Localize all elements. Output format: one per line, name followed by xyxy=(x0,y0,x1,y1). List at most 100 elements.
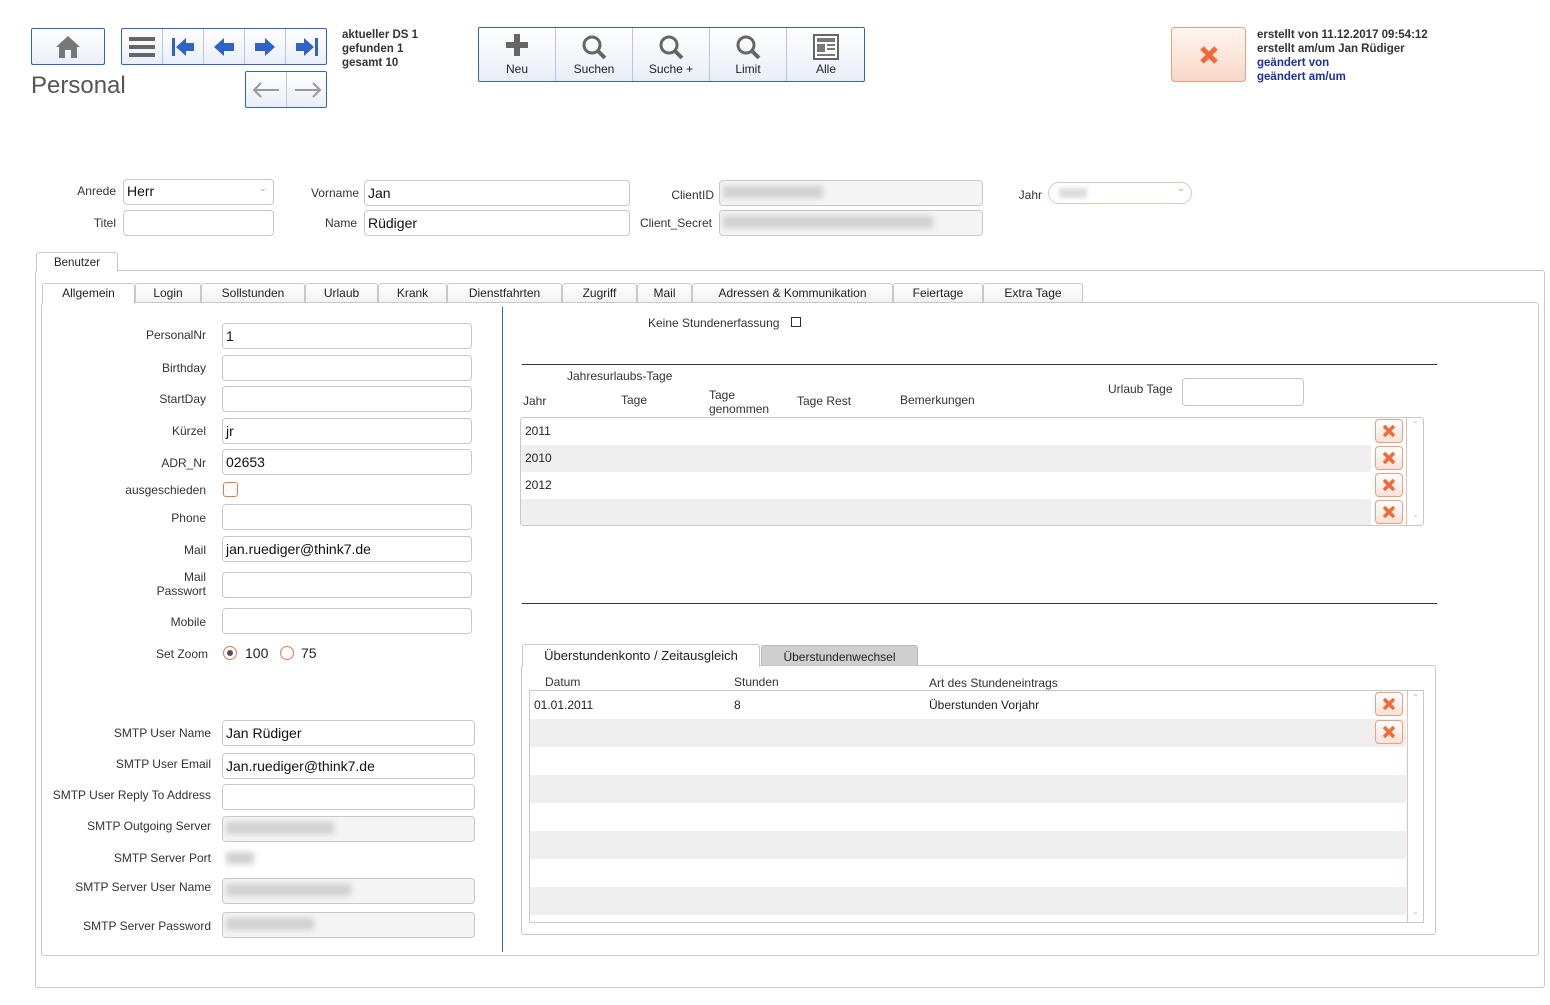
ausgeschieden-checkbox[interactable] xyxy=(223,482,238,497)
new-button[interactable]: Neu xyxy=(479,28,556,81)
tab-feiertage[interactable]: Feiertage xyxy=(893,283,983,303)
vorname-label: Vorname xyxy=(310,186,359,200)
all-records-icon xyxy=(813,33,839,60)
delete-row-button[interactable] xyxy=(1375,720,1403,744)
urlaub-portal: 2011 2010 2012 ⌃ ⌄ xyxy=(520,417,1424,526)
smtp-outgoing-field[interactable] xyxy=(222,816,475,842)
phone-field[interactable] xyxy=(222,504,472,530)
zoom-75-radio[interactable] xyxy=(280,646,294,660)
vorname-field[interactable]: Jan xyxy=(364,180,630,206)
list-item[interactable]: 2011 xyxy=(521,418,1371,445)
tab-extra-tage[interactable]: Extra Tage xyxy=(983,283,1083,303)
urlaub-tage-label: Urlaub Tage xyxy=(1108,382,1173,396)
jahr-select[interactable]: ⌄ xyxy=(1048,182,1192,204)
zoom-100-radio[interactable] xyxy=(223,646,237,660)
scroll-down-icon[interactable]: ⌄ xyxy=(1412,907,1419,916)
table-row[interactable] xyxy=(530,859,1406,887)
radio-selected-dot xyxy=(227,650,233,656)
clientid-field[interactable] xyxy=(719,180,983,206)
personalnr-field[interactable]: 1 xyxy=(222,323,472,349)
delete-record-button[interactable] xyxy=(1171,27,1246,82)
last-record-button[interactable] xyxy=(286,29,327,64)
total-count-text: gesamt 10 xyxy=(342,57,399,69)
list-view-button[interactable] xyxy=(122,29,163,64)
delete-row-button[interactable] xyxy=(1375,500,1403,524)
adr-nr-field[interactable]: 02653 xyxy=(222,449,472,475)
name-field[interactable]: Rüdiger xyxy=(364,210,630,236)
scroll-up-icon[interactable]: ⌃ xyxy=(1412,420,1419,429)
tab-zugriff[interactable]: Zugriff xyxy=(562,283,637,303)
table-row[interactable] xyxy=(530,803,1406,831)
kuerzel-field[interactable]: jr xyxy=(222,418,472,444)
home-button[interactable] xyxy=(31,28,105,65)
tab-dienstfahrten[interactable]: Dienstfahrten xyxy=(447,283,562,303)
arrow-right-icon xyxy=(255,37,275,56)
search-icon xyxy=(582,35,607,59)
history-forward-button[interactable] xyxy=(287,72,328,107)
client-secret-field[interactable] xyxy=(719,210,983,236)
table-row[interactable] xyxy=(530,831,1406,859)
smtp-outgoing-label: SMTP Outgoing Server xyxy=(87,819,211,833)
table-row[interactable] xyxy=(530,719,1406,747)
smtp-server-password-field[interactable] xyxy=(222,912,475,938)
table-row[interactable]: 01.01.2011 8 Überstunden Vorjahr xyxy=(530,691,1406,719)
current-record-text: aktueller DS 1 xyxy=(342,29,419,41)
smtp-user-name-field[interactable]: Jan Rüdiger xyxy=(222,720,475,746)
list-item[interactable]: 2010 xyxy=(521,445,1371,472)
table-row[interactable] xyxy=(530,775,1406,803)
smtp-user-email-field[interactable]: Jan.ruediger@think7.de xyxy=(222,753,475,779)
tab-urlaub[interactable]: Urlaub xyxy=(305,283,378,303)
tab-krank[interactable]: Krank xyxy=(378,283,447,303)
scroll-up-icon[interactable]: ⌃ xyxy=(1412,693,1419,702)
arrow-left-icon xyxy=(214,37,234,56)
benutzer-tab[interactable]: Benutzer xyxy=(36,252,118,272)
smtp-reply-field[interactable] xyxy=(222,784,475,810)
urlaub-tage-field[interactable] xyxy=(1182,378,1304,406)
previous-record-button[interactable] xyxy=(204,29,245,64)
col-bemerkungen: Bemerkungen xyxy=(900,393,975,407)
first-record-icon xyxy=(172,37,194,56)
menu-icon xyxy=(129,36,155,57)
keine-stundenerfassung-checkbox[interactable] xyxy=(791,317,801,327)
smtp-server-user-field[interactable] xyxy=(222,878,475,904)
smtp-port-field[interactable] xyxy=(222,846,475,872)
jahresurlaub-label: Jahresurlaubs-Tage xyxy=(567,369,673,383)
record-nav-bar xyxy=(121,28,327,65)
tab-adressen[interactable]: Adressen & Kommunikation xyxy=(692,283,893,303)
tab-login[interactable]: Login xyxy=(135,283,201,303)
history-back-button[interactable] xyxy=(246,72,287,107)
subtab-ueberstundenwechsel[interactable]: Überstundenwechsel xyxy=(761,645,918,666)
anrede-value: Herr xyxy=(127,183,155,199)
delete-row-button[interactable] xyxy=(1375,473,1403,497)
titel-field[interactable] xyxy=(123,210,274,236)
phone-label: Phone xyxy=(171,511,206,525)
all-button[interactable]: Alle xyxy=(787,28,865,81)
table-row[interactable] xyxy=(530,747,1406,775)
record-info: aktueller DS 1 gefunden 1 gesamt 10 xyxy=(342,28,418,70)
delete-row-button[interactable] xyxy=(1375,692,1403,716)
mail-field[interactable]: jan.ruediger@think7.de xyxy=(222,536,472,562)
limit-button[interactable]: Limit xyxy=(710,28,787,81)
tab-allgemein[interactable]: Allgemein xyxy=(42,283,135,304)
tab-sollstunden[interactable]: Sollstunden xyxy=(201,283,305,303)
delete-row-button[interactable] xyxy=(1375,419,1403,443)
scroll-down-icon[interactable]: ⌄ xyxy=(1412,510,1419,519)
list-item[interactable] xyxy=(521,499,1371,525)
startday-field[interactable] xyxy=(222,386,472,412)
anrede-select[interactable]: Herr ⌄ xyxy=(123,179,274,205)
first-record-button[interactable] xyxy=(163,29,204,64)
col-tage-genommen: Tage genommen xyxy=(709,388,770,416)
list-item[interactable]: 2012 xyxy=(521,472,1371,499)
search-button[interactable]: Suchen xyxy=(556,28,633,81)
search-plus-button[interactable]: Suche + xyxy=(633,28,710,81)
overtime-scrollbar[interactable] xyxy=(1407,691,1423,922)
birthday-field[interactable] xyxy=(222,355,472,381)
zoom-label: Set Zoom xyxy=(155,647,208,661)
next-record-button[interactable] xyxy=(245,29,286,64)
tab-mail[interactable]: Mail xyxy=(637,283,692,303)
mobile-field[interactable] xyxy=(222,608,472,634)
table-row[interactable] xyxy=(530,887,1406,915)
delete-row-button[interactable] xyxy=(1375,446,1403,470)
mail-password-field[interactable] xyxy=(222,572,472,598)
subtab-ueberstundenkonto[interactable]: Überstundenkonto / Zeitausgleich xyxy=(522,644,760,667)
